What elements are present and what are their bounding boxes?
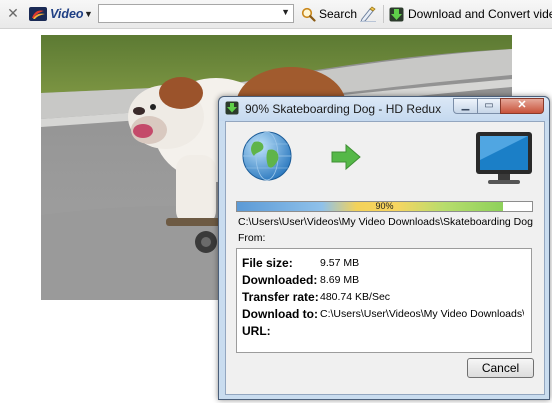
dialog-title: 90% Skateboarding Dog - HD Redux (245, 102, 442, 116)
transfer-rate-row: Transfer rate: 480.74 KB/Sec (242, 290, 524, 306)
url-row: URL: (242, 324, 524, 340)
downloaded-row: Downloaded: 8.69 MB (242, 273, 524, 289)
close-icon[interactable]: ✕ (6, 5, 20, 21)
progress-label: 90% (375, 201, 394, 211)
arrow-right-icon (331, 143, 361, 171)
search-input[interactable] (102, 6, 278, 21)
download-to-value: C:\Users\User\Videos\My Video Downloads\… (320, 308, 524, 320)
file-path: C:\Users\User\Videos\My Video Downloads\… (238, 216, 536, 228)
app-icon (225, 101, 239, 115)
download-info-panel: File size: 9.57 MB Downloaded: 8.69 MB T… (236, 248, 532, 353)
dialog-titlebar[interactable]: 90% Skateboarding Dog - HD Redux ▁ ▭ ✕ (219, 97, 549, 121)
download-convert-button[interactable]: Download and Convert video (389, 6, 552, 22)
window-close-icon[interactable]: ✕ (500, 98, 544, 114)
downloaded-value: 8.69 MB (320, 274, 360, 286)
cancel-button[interactable]: Cancel (467, 358, 534, 378)
search-field[interactable]: ▼ (98, 4, 294, 23)
search-icon (301, 7, 316, 22)
from-label: From: (238, 232, 266, 244)
download-to-row: Download to: C:\Users\User\Videos\My Vid… (242, 307, 524, 323)
search-button[interactable]: Search (301, 6, 357, 22)
download-icon (389, 7, 404, 21)
download-dialog: 90% Skateboarding Dog - HD Redux ▁ ▭ ✕ 9… (218, 96, 550, 400)
globe-icon (242, 131, 292, 181)
pen-icon[interactable] (359, 6, 377, 22)
monitor-icon (476, 132, 532, 184)
file-size-row: File size: 9.57 MB (242, 256, 524, 272)
dialog-body: 90% C:\Users\User\Videos\My Video Downlo… (225, 121, 545, 395)
chevron-down-icon[interactable]: ▼ (84, 6, 93, 22)
file-size-label: File size: (242, 256, 293, 270)
chevron-down-icon[interactable]: ▼ (281, 7, 290, 17)
toolbar-separator (383, 5, 384, 23)
search-button-label: Search (319, 7, 358, 21)
transfer-rate-value: 480.74 KB/Sec (320, 291, 391, 303)
download-convert-label: Download and Convert video (408, 7, 552, 21)
toolbar: ✕ Video ▼ ▼ Search Download and Convert … (0, 0, 552, 29)
download-to-label: Download to: (242, 307, 318, 321)
maximize-icon[interactable]: ▭ (477, 98, 501, 114)
download-progress-bar: 90% (236, 201, 533, 212)
video-logo-icon (29, 7, 47, 21)
file-size-value: 9.57 MB (320, 257, 360, 269)
minimize-icon[interactable]: ▁ (453, 98, 478, 114)
brand-label[interactable]: Video (50, 6, 84, 22)
url-label: URL: (242, 324, 271, 338)
transfer-rate-label: Transfer rate: (242, 290, 319, 304)
downloaded-label: Downloaded: (242, 273, 318, 287)
